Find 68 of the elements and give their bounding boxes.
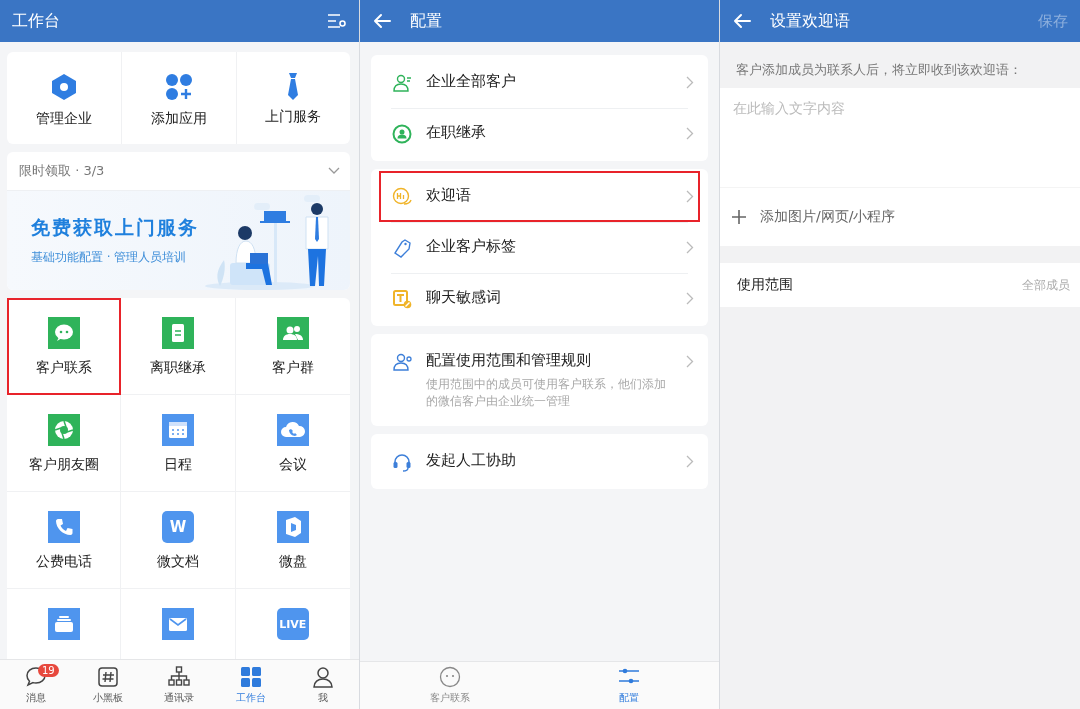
settings-row[interactable]: 配置使用范围和管理规则 使用范围中的成员可使用客户联系，他们添加的微信客户由企业统一管理 bbox=[371, 336, 708, 425]
row-label: 发起人工协助 bbox=[426, 451, 517, 471]
promo-header: 限时领取 · 3/3 bbox=[19, 162, 105, 180]
app-shortcut[interactable]: 微盘 bbox=[235, 492, 350, 589]
org-chart-icon bbox=[167, 664, 192, 689]
scope-row[interactable]: 使用范围 全部成员 bbox=[720, 263, 1080, 307]
row-label: 欢迎语 bbox=[426, 186, 472, 205]
settings-row[interactable]: 发起人工协助 bbox=[371, 436, 708, 488]
app-shortcut[interactable]: 公费电话 bbox=[7, 492, 122, 589]
chevron-down-icon[interactable] bbox=[328, 167, 340, 175]
chevron-right-icon bbox=[686, 241, 694, 254]
app-logo: LIVE bbox=[276, 608, 309, 640]
app-logo: W bbox=[162, 511, 194, 543]
message-field[interactable]: 在此输入文字内容 bbox=[720, 88, 1080, 188]
row-label: 配置使用范围和管理规则 bbox=[426, 351, 592, 370]
settings-row[interactable]: 聊天敏感词 bbox=[371, 273, 708, 324]
tab-item[interactable]: 消息 19 bbox=[0, 660, 72, 709]
settings-row[interactable]: 欢迎语 bbox=[379, 171, 700, 222]
row-label: 企业全部客户 bbox=[426, 72, 517, 91]
chevron-right-icon bbox=[686, 76, 694, 89]
window-title: 配置 bbox=[410, 10, 442, 32]
back-arrow-icon[interactable] bbox=[732, 12, 752, 30]
row-label: 企业客户标签 bbox=[426, 237, 517, 256]
app-shortcut[interactable]: 会议 bbox=[235, 395, 350, 492]
quick-action[interactable]: 添加应用 bbox=[121, 52, 236, 144]
unread-badge: 19 bbox=[37, 664, 59, 677]
promo-title: 免费获取上门服务 bbox=[31, 215, 199, 240]
plus-icon bbox=[732, 210, 746, 224]
grid-icon bbox=[239, 664, 264, 689]
row-description: 使用范围中的成员可使用客户联系，他们添加的微信客户由企业统一管理 bbox=[426, 376, 667, 410]
back-arrow-icon[interactable] bbox=[372, 12, 392, 30]
scope-value: 全部成员 bbox=[1022, 276, 1070, 294]
settings-icon[interactable] bbox=[327, 13, 347, 29]
promo-subtitle: 基础功能配置 · 管理人员培训 bbox=[31, 249, 188, 266]
app-shortcut[interactable]: 客户联系 bbox=[7, 298, 122, 395]
tab-item[interactable]: 工作台 bbox=[215, 660, 288, 709]
quick-action[interactable]: 上门服务 bbox=[235, 52, 350, 144]
chevron-right-icon bbox=[686, 455, 694, 469]
hash-icon bbox=[95, 664, 120, 689]
quick-action[interactable]: 管理企业 bbox=[7, 52, 122, 144]
add-attachment-button[interactable]: 添加图片/网页/小程序 bbox=[720, 188, 1080, 246]
chevron-right-icon bbox=[686, 355, 694, 368]
settings-row[interactable]: 企业客户标签 bbox=[371, 222, 708, 273]
chevron-right-icon bbox=[686, 127, 694, 140]
app-shortcut[interactable]: W 微文档 bbox=[121, 492, 236, 589]
app-shortcut[interactable]: 客户群 bbox=[235, 298, 350, 395]
row-label: 聊天敏感词 bbox=[426, 288, 502, 307]
tab-item[interactable]: 小黑板 bbox=[71, 660, 144, 709]
necktie-icon bbox=[288, 73, 299, 100]
app-shortcut[interactable]: 客户朋友圈 bbox=[7, 395, 122, 492]
window-title: 工作台 bbox=[12, 10, 60, 32]
scope-label: 使用范围 bbox=[737, 276, 793, 294]
add-app-icon bbox=[164, 71, 194, 102]
tab-item[interactable]: 配置 bbox=[539, 662, 719, 709]
chevron-right-icon bbox=[686, 292, 694, 305]
tab-item[interactable]: 通讯录 bbox=[143, 660, 216, 709]
tab-item[interactable]: 我 bbox=[287, 660, 359, 709]
chat-bubble-icon bbox=[438, 666, 461, 688]
window-title: 设置欢迎语 bbox=[770, 10, 850, 32]
app-shortcut[interactable]: 日程 bbox=[121, 395, 236, 492]
app-shortcut[interactable]: 离职继承 bbox=[121, 298, 236, 395]
settings-row[interactable]: 在职继承 bbox=[371, 108, 708, 159]
tab-item[interactable]: 客户联系 bbox=[360, 662, 540, 709]
settings-row[interactable]: 企业全部客户 bbox=[371, 57, 708, 108]
person-icon bbox=[311, 664, 336, 689]
hint-text: 客户添加成员为联系人后，将立即收到该欢迎语： bbox=[735, 61, 1023, 79]
row-label: 在职继承 bbox=[426, 123, 487, 142]
chevron-right-icon bbox=[686, 190, 694, 203]
